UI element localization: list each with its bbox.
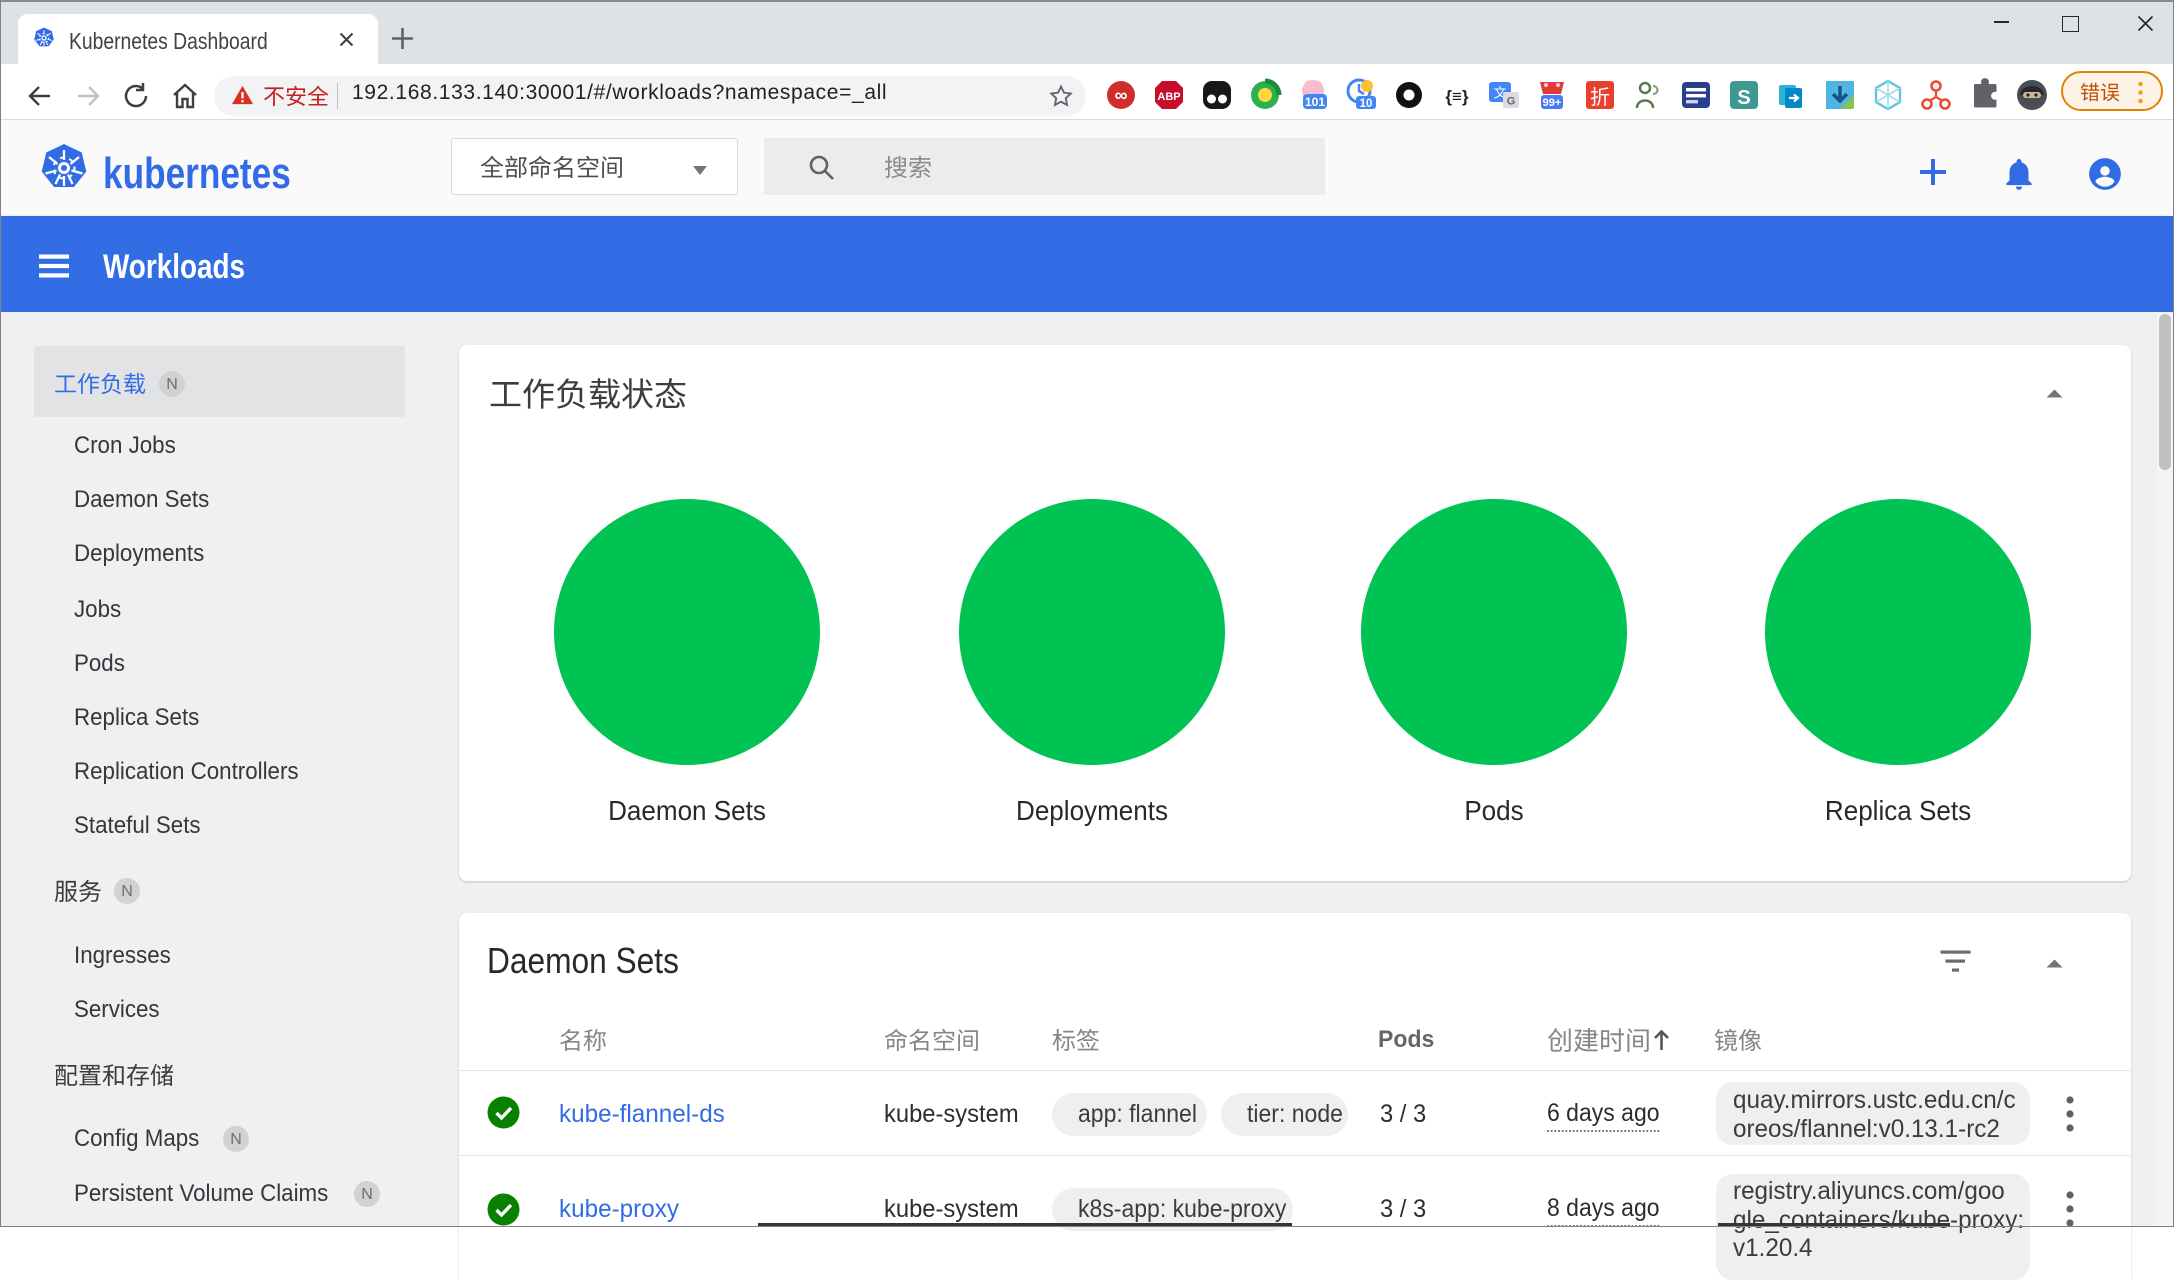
svg-text:∞: ∞ [1115,85,1128,105]
svg-text:99+: 99+ [1543,97,1562,109]
svg-text:{≡}: {≡} [1445,87,1469,106]
svg-text:ABP: ABP [1157,91,1180,103]
svg-text:折: 折 [1590,86,1610,109]
svg-text:G: G [1507,96,1516,108]
svg-text:S: S [1737,87,1750,109]
svg-text:10: 10 [1360,98,1373,110]
svg-text:101: 101 [1305,95,1325,109]
